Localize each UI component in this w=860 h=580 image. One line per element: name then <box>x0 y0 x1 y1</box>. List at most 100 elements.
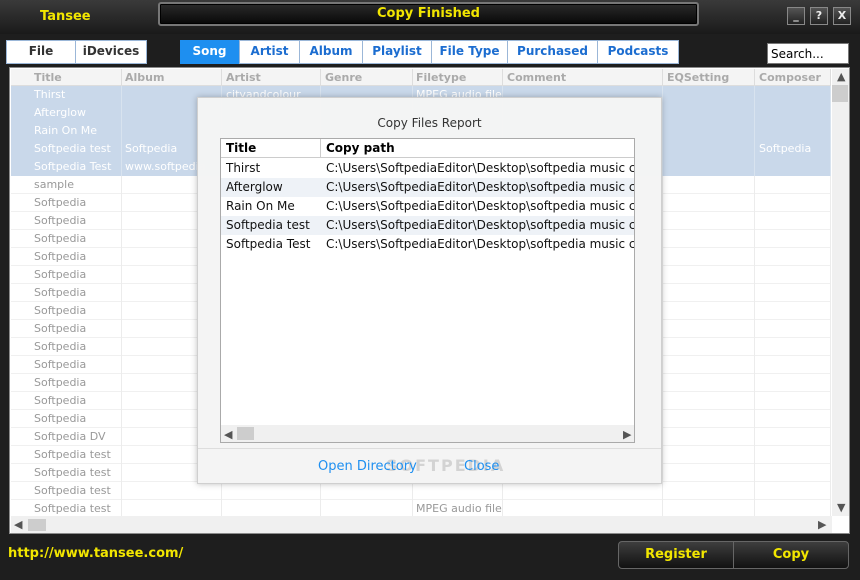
report-row[interactable]: Afterglow C:\Users\SoftpediaEditor\Deskto… <box>221 178 634 197</box>
copy-button[interactable]: Copy <box>733 541 849 569</box>
report-scroll-left-icon[interactable]: ◀ <box>224 428 232 441</box>
close-dialog-link[interactable]: Close <box>464 459 499 474</box>
cell-eqsetting <box>663 248 755 266</box>
cell-eqsetting <box>663 374 755 392</box>
cell-eqsetting <box>663 446 755 464</box>
cell-composer <box>755 266 831 284</box>
cell-composer <box>755 158 831 176</box>
close-window-button[interactable]: X <box>833 7 851 25</box>
report-cell-copy-path: C:\Users\SoftpediaEditor\Desktop\softped… <box>326 218 635 232</box>
cell-artist <box>222 482 321 500</box>
tab-artist[interactable]: Artist <box>239 40 300 64</box>
app-title: Tansee <box>40 9 91 24</box>
column-header-filetype[interactable]: Filetype <box>412 69 503 86</box>
cell-eqsetting <box>663 428 755 446</box>
cell-eqsetting <box>663 266 755 284</box>
vertical-scroll-thumb[interactable] <box>832 85 848 102</box>
cell-eqsetting <box>663 194 755 212</box>
scroll-right-icon[interactable]: ▶ <box>818 518 826 531</box>
column-header-album[interactable]: Album <box>121 69 222 86</box>
cell-eqsetting <box>663 104 755 122</box>
horizontal-scroll-thumb[interactable] <box>28 519 46 531</box>
report-column-copy-path[interactable]: Copy path <box>321 139 634 158</box>
report-scroll-right-icon[interactable]: ▶ <box>623 428 631 441</box>
tab-file-type[interactable]: File Type <box>431 40 508 64</box>
cell-composer <box>755 338 831 356</box>
report-cell-title: Softpedia Test <box>226 237 311 251</box>
cell-album <box>121 482 222 500</box>
cell-title: Softpedia <box>30 194 122 212</box>
cell-eqsetting <box>663 320 755 338</box>
tab-idevices[interactable]: iDevices <box>75 40 147 64</box>
register-button[interactable]: Register <box>618 541 734 569</box>
column-header-composer[interactable]: Composer <box>755 69 831 86</box>
vertical-scrollbar[interactable] <box>832 69 849 516</box>
website-link[interactable]: http://www.tansee.com/ <box>8 546 183 561</box>
cell-composer <box>755 356 831 374</box>
report-row[interactable]: Thirst C:\Users\SoftpediaEditor\Desktop\s… <box>221 159 635 178</box>
cell-eqsetting <box>663 230 755 248</box>
table-row[interactable]: Softpedia test <box>11 482 831 500</box>
report-row[interactable]: Softpedia test C:\Users\SoftpediaEditor\D… <box>221 216 635 235</box>
cell-title: Rain On Me <box>30 122 122 140</box>
column-header-title[interactable]: Title <box>30 69 122 86</box>
cell-composer <box>755 212 831 230</box>
cell-title: Softpedia test <box>30 446 122 464</box>
tab-podcasts[interactable]: Podcasts <box>597 40 679 64</box>
cell-composer <box>755 320 831 338</box>
report-cell-title: Afterglow <box>226 180 283 194</box>
search-input[interactable] <box>767 43 849 64</box>
cell-eqsetting <box>663 482 755 500</box>
tab-file[interactable]: File <box>6 40 76 64</box>
cell-composer <box>755 464 831 482</box>
cell-composer <box>755 374 831 392</box>
report-cell-copy-path: C:\Users\SoftpediaEditor\Desktop\softped… <box>326 199 635 213</box>
column-header-genre[interactable]: Genre <box>321 69 413 86</box>
cell-composer <box>755 194 831 212</box>
column-header-artist[interactable]: Artist <box>222 69 321 86</box>
scroll-up-icon[interactable]: ▲ <box>837 70 845 83</box>
scroll-left-icon[interactable]: ◀ <box>14 518 22 531</box>
cell-filetype <box>412 482 503 500</box>
open-directory-link[interactable]: Open Directory <box>318 459 417 474</box>
cell-title: Softpedia <box>30 410 122 428</box>
cell-eqsetting <box>663 410 755 428</box>
cell-composer <box>755 482 831 500</box>
cell-composer <box>755 176 831 194</box>
dialog-title: Copy Files Report <box>377 116 482 130</box>
cell-title: Softpedia DV <box>30 428 122 446</box>
cell-composer <box>755 410 831 428</box>
report-row[interactable]: Rain On Me C:\Users\SoftpediaEditor\Deskt… <box>221 197 635 216</box>
tansee-window: Tansee Copy Finished _ ? X File iDevices… <box>0 0 860 580</box>
tab-purchased[interactable]: Purchased <box>507 40 598 64</box>
report-row[interactable]: Softpedia Test C:\Users\SoftpediaEditor\D… <box>221 235 634 254</box>
cell-composer <box>755 104 831 122</box>
tab-album[interactable]: Album <box>299 40 363 64</box>
cell-title: Softpedia <box>30 338 122 356</box>
cell-title: Softpedia <box>30 248 122 266</box>
horizontal-scrollbar[interactable] <box>11 516 832 533</box>
cell-eqsetting <box>663 122 755 140</box>
help-button[interactable]: ? <box>810 7 828 25</box>
cell-title: Softpedia <box>30 356 122 374</box>
cell-composer <box>755 392 831 410</box>
column-header-comment[interactable]: Comment <box>503 69 663 86</box>
report-column-title[interactable]: Title <box>221 139 321 158</box>
cell-title: Softpedia Test <box>30 158 122 176</box>
column-header-eqsetting[interactable]: EQSetting <box>663 69 755 86</box>
report-scroll-thumb[interactable] <box>237 427 254 440</box>
tab-playlist[interactable]: Playlist <box>362 40 432 64</box>
tab-song[interactable]: Song <box>180 40 239 64</box>
cell-title: Softpedia test <box>30 140 122 158</box>
scroll-down-icon[interactable]: ▼ <box>837 501 845 514</box>
cell-composer: Softpedia <box>755 140 831 158</box>
cell-composer <box>755 230 831 248</box>
list-header: Title Album Artist Genre Filetype Commen… <box>11 69 831 86</box>
cell-title: Softpedia <box>30 230 122 248</box>
cell-title: Softpedia <box>30 320 122 338</box>
minimize-button[interactable]: _ <box>787 7 805 25</box>
report-horizontal-scrollbar[interactable] <box>221 425 634 442</box>
report-cell-copy-path: C:\Users\SoftpediaEditor\Desktop\softped… <box>326 161 635 175</box>
cell-title: Softpedia test <box>30 464 122 482</box>
cell-eqsetting <box>663 392 755 410</box>
